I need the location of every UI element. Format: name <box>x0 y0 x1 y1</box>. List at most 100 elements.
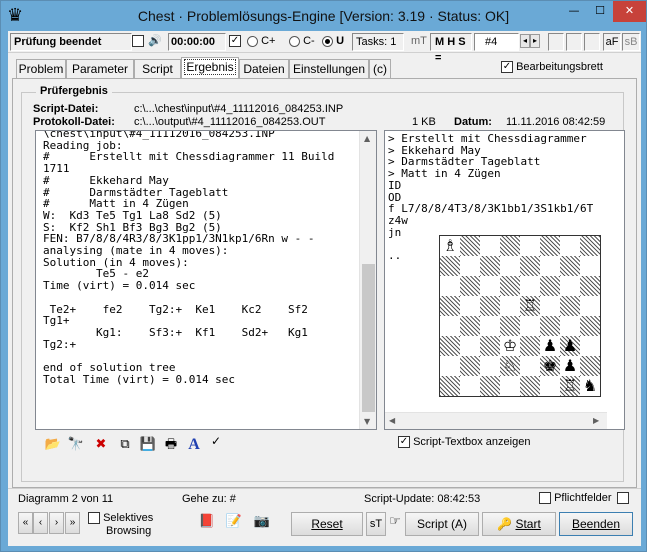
notes-icon[interactable]: 📝 <box>223 512 245 534</box>
hash-prev-button[interactable]: ◂ <box>520 34 530 49</box>
radio-cplus[interactable] <box>247 35 258 47</box>
chess-square <box>520 336 540 356</box>
window-title: Chest · Problemlösungs-Engine [Version: … <box>137 8 510 24</box>
af-button[interactable]: aF <box>603 33 621 51</box>
hand-pointer-icon[interactable]: ☞ <box>386 512 404 534</box>
nav-last-button[interactable]: » <box>65 512 80 534</box>
script-textbox-checkbox[interactable]: ✓ <box>398 436 410 449</box>
chess-square <box>520 256 540 276</box>
chess-square <box>580 356 600 376</box>
chess-square <box>580 316 600 336</box>
chess-square <box>560 236 580 256</box>
tab-parameter[interactable]: Parameter <box>66 59 134 78</box>
radio-u[interactable] <box>322 35 333 47</box>
protokoll-text: \chest\input\#4_11112016_084253.INP Read… <box>43 130 335 386</box>
nav-first-button[interactable]: « <box>18 512 33 534</box>
script-update-label: Script-Update: 08:42:53 <box>364 493 481 505</box>
st-button[interactable]: sT <box>366 512 386 536</box>
tb-slot-2 <box>566 33 582 51</box>
hash-field[interactable]: #4 <box>474 33 519 51</box>
chess-piece-square: ♗ <box>440 236 460 256</box>
chess-piece-square: ♟ <box>560 336 580 356</box>
chess-square <box>520 236 540 256</box>
protokoll-path: c:\...\output\#4_11112016_084253.OUT <box>134 116 326 128</box>
chess-piece-square: ♖ <box>520 296 540 316</box>
camera-icon[interactable]: 📷 <box>251 512 273 534</box>
beenden-button[interactable]: Beenden <box>559 512 633 536</box>
chess-square <box>440 276 460 296</box>
script-memo[interactable]: > Erstellt mit Chessdiagrammer > Ekkehar… <box>384 130 625 430</box>
tab-dateien[interactable]: Dateien <box>239 59 289 78</box>
gehe-zu-label[interactable]: Gehe zu: # <box>182 493 236 505</box>
reset-button[interactable]: Reset <box>291 512 363 536</box>
chess-piece-square: ♞ <box>580 376 600 396</box>
datum-value: 11.11.2016 08:42:59 <box>506 116 606 128</box>
protokoll-scrollbar[interactable]: ▲ ▼ <box>359 131 376 429</box>
tab-script[interactable]: Script <box>134 59 181 78</box>
chess-square <box>580 256 600 276</box>
bearbeitungsbrett-check[interactable]: ✓ Bearbeitungsbrett <box>501 61 603 74</box>
selektives-checkbox[interactable] <box>88 512 100 525</box>
radio-cminus[interactable] <box>289 35 300 47</box>
tab-problem[interactable]: Problem <box>16 59 66 78</box>
tasks-display: Tasks: 1 <box>352 33 404 51</box>
copy-icon[interactable]: ⧉ <box>115 435 135 455</box>
chess-square <box>520 316 540 336</box>
pflichtfelder-checkbox[interactable] <box>539 492 551 505</box>
save-icon[interactable]: 💾 <box>138 435 158 455</box>
chess-square <box>480 356 500 376</box>
chess-square <box>440 316 460 336</box>
clear-icon[interactable]: ✖ <box>91 435 111 455</box>
key-icon: 🔑 <box>497 517 513 531</box>
close-button[interactable]: ✕ <box>613 1 646 22</box>
pflichtfelder-label: Pflichtfelder <box>554 492 612 504</box>
bearbeitungsbrett-checkbox[interactable]: ✓ <box>501 61 513 74</box>
script-hscrollbar[interactable]: ◀ ▶ <box>385 412 607 429</box>
nav-prev-button[interactable]: ‹ <box>33 512 48 534</box>
chess-square <box>440 376 460 396</box>
protokoll-scroll-thumb[interactable] <box>362 264 375 412</box>
chess-square <box>540 316 560 336</box>
chess-square <box>460 276 480 296</box>
chess-square <box>440 296 460 316</box>
chess-piece-square: ♟ <box>540 336 560 356</box>
font-icon[interactable]: A <box>184 435 204 455</box>
pflichtfelder-check[interactable]: Pflichtfelder <box>539 492 629 505</box>
speaker-icon[interactable]: 🔊 <box>148 33 166 51</box>
chess-square <box>560 316 580 336</box>
start-button[interactable]: 🔑 Start <box>482 512 556 536</box>
tab-einstellungen[interactable]: Einstellungen <box>289 59 369 78</box>
timer-display: 00:00:00 <box>168 33 226 51</box>
script-run-button[interactable]: Script (A) <box>405 512 479 536</box>
timer-checkbox[interactable]: ✓ <box>229 35 241 48</box>
open-folder-icon[interactable]: 📂 <box>43 435 63 455</box>
selektives-check[interactable]: Selektives <box>88 512 154 525</box>
mhs-label: M H S = <box>430 33 472 64</box>
status-checkbox[interactable] <box>132 35 144 48</box>
chess-piece-square: ♟ <box>560 356 580 376</box>
chess-square <box>460 316 480 336</box>
status-display: Prüfung beendet <box>10 33 132 51</box>
hash-next-button[interactable]: ▸ <box>530 34 540 49</box>
script-textbox-check[interactable]: ✓ Script-Textbox anzeigen <box>398 436 530 449</box>
binoculars-icon[interactable]: 🔭 <box>66 435 86 455</box>
tab-ergebnis[interactable]: Ergebnis <box>181 57 239 79</box>
protokoll-memo[interactable]: \chest\input\#4_11112016_084253.INP Read… <box>35 130 377 430</box>
chess-square <box>580 336 600 356</box>
chess-square <box>480 236 500 256</box>
nav-next-button[interactable]: › <box>49 512 64 534</box>
selektives-label: Selektives <box>103 512 154 524</box>
chess-square <box>580 276 600 296</box>
tab-copyright[interactable]: (c) <box>369 59 391 78</box>
chess-square <box>560 256 580 276</box>
maximize-button[interactable]: ☐ <box>587 1 613 22</box>
minimize-button[interactable]: — <box>561 1 587 22</box>
book-icon[interactable]: 📕 <box>196 512 218 534</box>
sb-button[interactable]: sB <box>622 33 640 51</box>
title-bar[interactable]: ♛ Chest · Problemlösungs-Engine [Version… <box>1 1 646 31</box>
checkmark-icon[interactable]: ✓ <box>206 431 226 451</box>
chess-square <box>540 256 560 276</box>
print-icon[interactable]: 🖶 <box>161 435 181 455</box>
chess-square <box>440 356 460 376</box>
script-path: c:\...\chest\input\#4_11112016_084253.IN… <box>134 103 344 115</box>
